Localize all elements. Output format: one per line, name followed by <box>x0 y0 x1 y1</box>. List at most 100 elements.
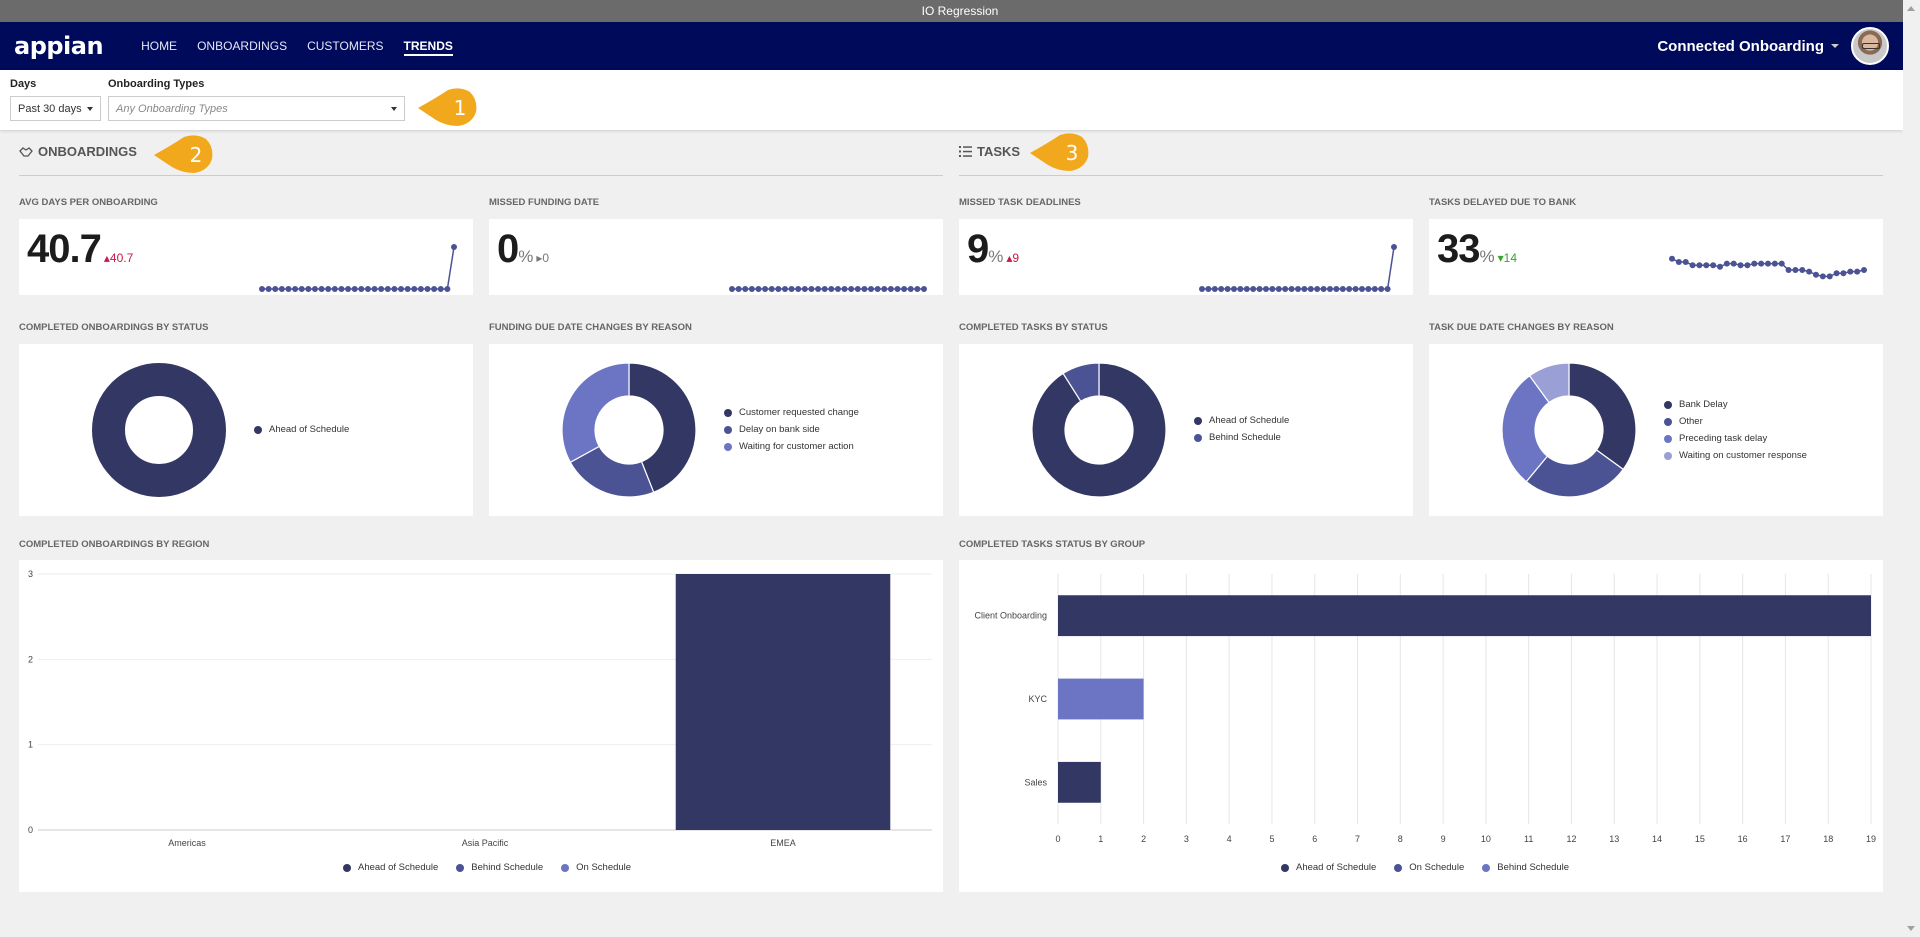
nav-tab-trends[interactable]: TRENDS <box>394 22 463 70</box>
sparkline-point <box>881 286 888 292</box>
sparkline-point <box>1771 260 1778 267</box>
sparkline-point <box>1669 255 1675 262</box>
sparkline-point <box>338 286 345 292</box>
chevron-down-icon[interactable] <box>1831 44 1839 48</box>
kpi-value: 0% ▸0 <box>497 227 549 272</box>
appian-logo[interactable]: appian <box>14 32 104 60</box>
chart-legend: Ahead of Schedule On Schedule Behind Sched… <box>1281 859 1569 876</box>
sparkline-point <box>1378 286 1385 292</box>
sparkline-point <box>748 286 755 292</box>
bar[interactable] <box>675 574 891 830</box>
legend-item[interactable]: Delay on bank side <box>724 421 859 438</box>
legend-item[interactable]: Ahead of Schedule <box>1281 859 1376 876</box>
legend-item[interactable]: Waiting on customer response <box>1664 447 1807 464</box>
nav-tab-customers[interactable]: CUSTOMERS <box>297 22 393 70</box>
sparkline-point <box>1730 260 1737 267</box>
sparkline <box>729 286 927 292</box>
legend-label: Waiting for customer action <box>739 441 854 452</box>
sparkline-point <box>861 286 868 292</box>
legend-dot-icon <box>1664 434 1672 443</box>
sparkline-point <box>1384 286 1391 292</box>
kpi-delta: ▸0 <box>536 251 549 265</box>
legend-item[interactable]: Waiting for customer action <box>724 438 859 455</box>
types-filter: Onboarding Types Any Onboarding Types <box>108 78 405 121</box>
sparkline-point <box>1785 267 1792 273</box>
legend-dot-icon <box>343 863 351 872</box>
sparkline-point <box>345 286 352 292</box>
bar[interactable] <box>1058 678 1144 720</box>
kpi-number: 33 <box>1437 227 1480 271</box>
sparkline-point <box>292 286 299 292</box>
bar[interactable] <box>1058 595 1871 637</box>
legend-label: Delay on bank side <box>739 424 820 435</box>
sparkline-point <box>834 286 841 292</box>
chart-title: COMPLETED TASKS BY STATUS <box>959 322 1108 333</box>
sparkline-point <box>265 286 272 292</box>
bar[interactable] <box>1058 761 1101 803</box>
legend-dot-icon <box>1482 863 1491 872</box>
types-dropdown[interactable]: Any Onboarding Types <box>108 96 405 121</box>
site-name[interactable]: Connected Onboarding <box>1657 38 1824 55</box>
legend-item[interactable]: Ahead of Schedule <box>254 421 349 438</box>
window-title: IO Regression <box>921 4 999 18</box>
sparkline-point <box>768 286 775 292</box>
sparkline-point <box>874 286 881 292</box>
sparkline-point <box>1352 286 1359 292</box>
y-tick-label: Client Onboarding <box>974 611 1047 621</box>
donut-card-tasks-status: Ahead of Schedule Behind Schedule <box>959 344 1413 516</box>
sparkline-point <box>894 286 901 292</box>
sparkline-point <box>1861 267 1867 273</box>
legend-item[interactable]: Preceding task delay <box>1664 430 1807 447</box>
x-tick-label: 9 <box>1441 834 1446 844</box>
legend-item[interactable]: Other <box>1664 413 1807 430</box>
y-tick-label: Sales <box>1024 777 1047 787</box>
donut-slice[interactable] <box>561 362 630 464</box>
nav-tab-home[interactable]: HOME <box>131 22 187 70</box>
sparkline-point <box>1854 268 1861 275</box>
user-avatar[interactable] <box>1851 27 1889 65</box>
sparkline-point <box>325 286 332 292</box>
x-tick-label: 12 <box>1566 834 1576 844</box>
scroll-down-icon[interactable] <box>1907 926 1915 931</box>
legend-label: Behind Schedule <box>1209 432 1281 443</box>
sparkline-point <box>1792 267 1799 273</box>
sparkline-point <box>411 286 418 292</box>
legend-item[interactable]: Ahead of Schedule <box>343 859 438 876</box>
kpi-delta-value: 14 <box>1503 251 1518 265</box>
sparkline-point <box>1205 286 1212 292</box>
donut-slice[interactable] <box>92 363 226 497</box>
callout-number: 3 <box>1065 141 1079 165</box>
sparkline-point <box>729 286 735 292</box>
sparkline-point <box>1301 286 1308 292</box>
sparkline-point <box>1237 286 1244 292</box>
vertical-scrollbar[interactable] <box>1903 0 1920 937</box>
nav-tabs: HOME ONBOARDINGS CUSTOMERS TRENDS <box>131 22 463 70</box>
legend-label: Customer requested change <box>739 407 859 418</box>
sparkline <box>259 244 457 292</box>
site-menu[interactable]: Connected Onboarding <box>1657 27 1889 65</box>
legend-item[interactable]: Customer requested change <box>724 404 859 421</box>
sparkline-point <box>391 286 398 292</box>
chevron-down-icon <box>391 106 397 111</box>
days-dropdown[interactable]: Past 30 days <box>10 96 101 121</box>
legend-item[interactable]: Behind Schedule <box>1482 859 1569 876</box>
legend-item[interactable]: On Schedule <box>561 859 631 876</box>
legend-item[interactable]: Behind Schedule <box>1194 429 1289 446</box>
legend-label: Ahead of Schedule <box>1296 862 1377 873</box>
kpi-value: 9% ▴9 <box>967 227 1019 272</box>
legend-dot-icon <box>1394 863 1403 872</box>
section-title: ONBOARDINGS <box>38 144 137 159</box>
legend-item[interactable]: Bank Delay <box>1664 396 1807 413</box>
days-label: Days <box>10 78 37 90</box>
scroll-up-icon[interactable] <box>1907 6 1915 11</box>
legend-item[interactable]: Behind Schedule <box>456 859 543 876</box>
donut-slice[interactable] <box>1568 362 1637 471</box>
sparkline-point <box>1320 286 1327 292</box>
legend-label: Other <box>1679 416 1703 427</box>
sparkline-point <box>868 286 875 292</box>
sparkline-point <box>431 286 438 292</box>
legend-item[interactable]: Ahead of Schedule <box>1194 412 1289 429</box>
bar-card-region: 0 1 2 3 Americas Asia Pacific EMEA Ahead of Sc… <box>19 560 943 892</box>
nav-tab-onboardings[interactable]: ONBOARDINGS <box>187 22 297 70</box>
legend-item[interactable]: On Schedule <box>1394 859 1464 876</box>
